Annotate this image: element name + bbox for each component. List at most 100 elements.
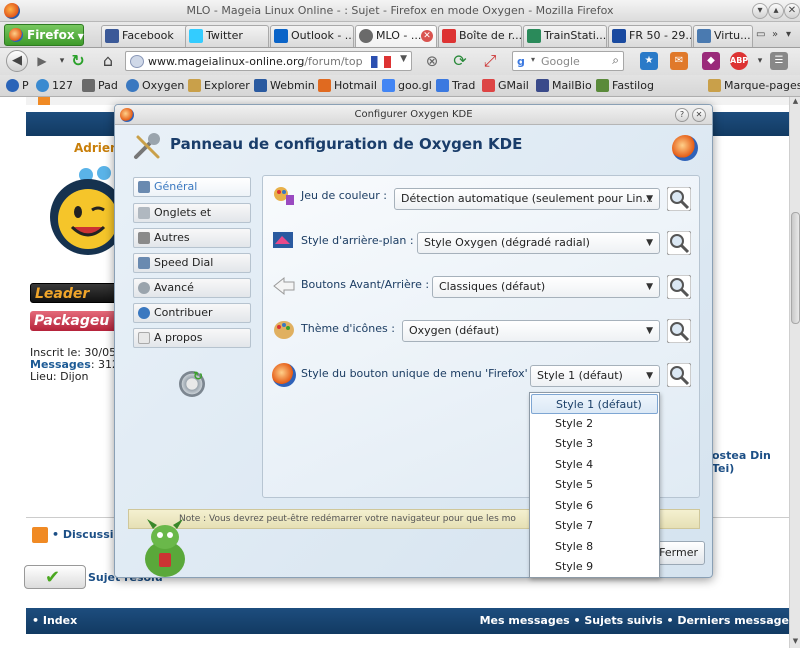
dropdown-option[interactable]: Style 2 xyxy=(531,414,658,434)
tab-fr50[interactable]: FR 50 - 29... xyxy=(608,25,692,47)
feed-icon[interactable]: ✉ xyxy=(670,52,688,70)
dialog-close-icon[interactable]: ✕ xyxy=(692,108,706,122)
adblock-icon[interactable]: ABP xyxy=(730,52,748,70)
bookmark-trad[interactable]: Trad xyxy=(436,79,475,93)
bookmark-127[interactable]: 127 xyxy=(36,79,73,93)
refresh-arrow-icon: ↻ xyxy=(193,369,204,383)
tab-outlook[interactable]: Outlook - ... xyxy=(270,25,354,47)
magnifier-icon[interactable] xyxy=(667,319,691,343)
dropdown-option[interactable]: Style 1 (défaut) xyxy=(531,394,658,414)
dropdown-option[interactable]: Style 3 xyxy=(531,434,658,454)
dropdown-option[interactable]: Style 5 xyxy=(531,475,658,495)
nav-about[interactable]: A propos xyxy=(133,328,251,348)
close-tab-icon[interactable]: ✕ xyxy=(421,30,433,42)
back-forward-select[interactable]: Classiques (défaut) ▼ xyxy=(432,276,660,298)
dialog-help-icon[interactable]: ? xyxy=(675,108,689,122)
folder-icon xyxy=(188,79,201,92)
resolved-button[interactable]: ✔ xyxy=(24,565,86,589)
close-window-icon[interactable]: ✕ xyxy=(784,3,800,19)
icon-theme-select[interactable]: Oxygen (défaut) ▼ xyxy=(402,320,660,342)
list-all-tabs-icon[interactable]: ▾ xyxy=(786,26,798,44)
stop-icon[interactable]: ⊗ xyxy=(422,51,442,71)
firefox-button-style-select[interactable]: Style 1 (défaut) ▼ xyxy=(530,365,660,387)
adblock-dropdown-icon[interactable]: ▾ xyxy=(750,51,770,71)
gear-refresh-icon: ↻ xyxy=(179,369,205,397)
bookmark-icon xyxy=(436,79,449,92)
bookmark-hotmail[interactable]: Hotmail xyxy=(318,79,377,93)
fullscreen-icon[interactable]: ⤢ xyxy=(480,51,500,71)
magnifier-icon[interactable] xyxy=(667,275,691,299)
site-identity-icon[interactable] xyxy=(130,55,144,68)
bookmark-icon xyxy=(318,79,331,92)
nav-general[interactable]: Général xyxy=(133,177,251,197)
maximize-icon[interactable]: ▴ xyxy=(768,3,784,19)
forum-footer-bar: • Index Mes messages • Sujets suivis • D… xyxy=(26,608,789,634)
back-arrow-icon[interactable]: ◀ xyxy=(6,50,28,72)
bookmark-pad[interactable]: Pad xyxy=(82,79,118,93)
search-engine-dropdown-icon[interactable]: ▾ xyxy=(531,55,535,64)
bookmark-fastilog[interactable]: Fastilog xyxy=(596,79,654,93)
nav-others[interactable]: Autres xyxy=(133,228,251,248)
nav-speed-dial[interactable]: Speed Dial xyxy=(133,253,251,273)
tab-virtual[interactable]: Virtu... xyxy=(693,25,753,47)
nav-contribute[interactable]: Contribuer xyxy=(133,303,251,323)
user-link[interactable]: ostea Din Tei) xyxy=(712,449,789,475)
download-icon[interactable]: ⟳ xyxy=(450,51,470,71)
bookmark-label: 127 xyxy=(52,79,73,92)
dropdown-option[interactable]: Style 8 xyxy=(531,537,658,557)
color-scheme-icon xyxy=(274,187,294,205)
tab-label: Facebook xyxy=(122,29,174,42)
bookmark-googl[interactable]: goo.gl xyxy=(382,79,432,93)
rss-icon[interactable] xyxy=(38,97,50,105)
dropdown-option[interactable]: Style 7 xyxy=(531,516,658,536)
tab-mlo[interactable]: MLO - ... ✕ xyxy=(355,25,437,47)
url-dropdown-icon[interactable]: ▼ xyxy=(400,54,407,64)
firefox-menu-button[interactable]: Firefox ▼ xyxy=(4,24,84,46)
nav-advanced[interactable]: Avancé xyxy=(133,278,251,298)
rss-icon[interactable] xyxy=(32,527,48,543)
menu-icon[interactable]: ☰ xyxy=(770,52,788,70)
bookmark-gmail[interactable]: GMail xyxy=(482,79,529,93)
page-icon[interactable]: ▭ xyxy=(756,26,768,44)
back-forward-value: Classiques (défaut) xyxy=(439,280,546,293)
vertical-scrollbar[interactable]: ▲ ▼ xyxy=(789,97,800,648)
footer-links[interactable]: Mes messages • Sujets suivis • Derniers … xyxy=(480,614,789,627)
color-scheme-select[interactable]: Détection automatique (seulement pour Li… xyxy=(394,188,660,210)
bookmark-label: goo.gl xyxy=(398,79,432,92)
tab-boite-de-reception[interactable]: Boîte de r... xyxy=(438,25,522,47)
home-icon[interactable]: ⌂ xyxy=(98,51,118,71)
bookmark-label: Marque-pages xyxy=(724,79,800,92)
url-bar[interactable]: www.mageialinux-online.org/forum/top ▼ xyxy=(125,51,412,71)
bookmark-oxygen[interactable]: Oxygen xyxy=(126,79,184,93)
tab-scroll-right-icon[interactable]: » xyxy=(772,26,784,44)
search-icon[interactable]: ⌕ xyxy=(612,53,619,68)
scrollbar-thumb[interactable] xyxy=(791,212,800,324)
bookmark-mailbio[interactable]: MailBio xyxy=(536,79,592,93)
magnifier-icon[interactable] xyxy=(667,187,691,211)
dropdown-option[interactable]: Style 4 xyxy=(531,455,658,475)
gmail-icon xyxy=(442,29,456,43)
bookmark-p[interactable]: P xyxy=(6,79,29,93)
dialog-titlebar: Configurer Oxygen KDE ? ✕ xyxy=(115,105,712,125)
forward-arrow-icon[interactable]: ▶ xyxy=(32,51,52,71)
scroll-up-icon[interactable]: ▲ xyxy=(790,97,800,108)
magnifier-icon[interactable] xyxy=(667,363,691,387)
gift-icon[interactable]: ◆ xyxy=(702,52,720,70)
dropdown-option[interactable]: Style 6 xyxy=(531,496,658,516)
nav-tabs-and-menus[interactable]: Onglets et menus xyxy=(133,203,251,237)
magnifier-icon[interactable] xyxy=(667,231,691,255)
index-link[interactable]: • Index xyxy=(32,614,77,627)
reload-icon[interactable]: ↻ xyxy=(68,51,88,71)
background-style-select[interactable]: Style Oxygen (dégradé radial) ▼ xyxy=(417,232,660,254)
bookmark-explorer[interactable]: Explorer xyxy=(188,79,250,93)
bookmark-webmin[interactable]: Webmin xyxy=(254,79,315,93)
scroll-down-icon[interactable]: ▼ xyxy=(790,637,800,648)
bookmarks-menu[interactable]: Marque-pages xyxy=(708,79,800,93)
dropdown-option[interactable]: Style 9 xyxy=(531,557,658,577)
bookmark-icon xyxy=(482,79,495,92)
tab-twitter[interactable]: Twitter xyxy=(185,25,269,47)
minimize-icon[interactable]: ▾ xyxy=(752,3,768,19)
search-bar[interactable]: g ▾ Google ⌕ xyxy=(512,51,624,71)
tab-trainstation[interactable]: TrainStati... xyxy=(523,25,607,47)
bookmarks-icon[interactable]: ★ xyxy=(640,52,658,70)
